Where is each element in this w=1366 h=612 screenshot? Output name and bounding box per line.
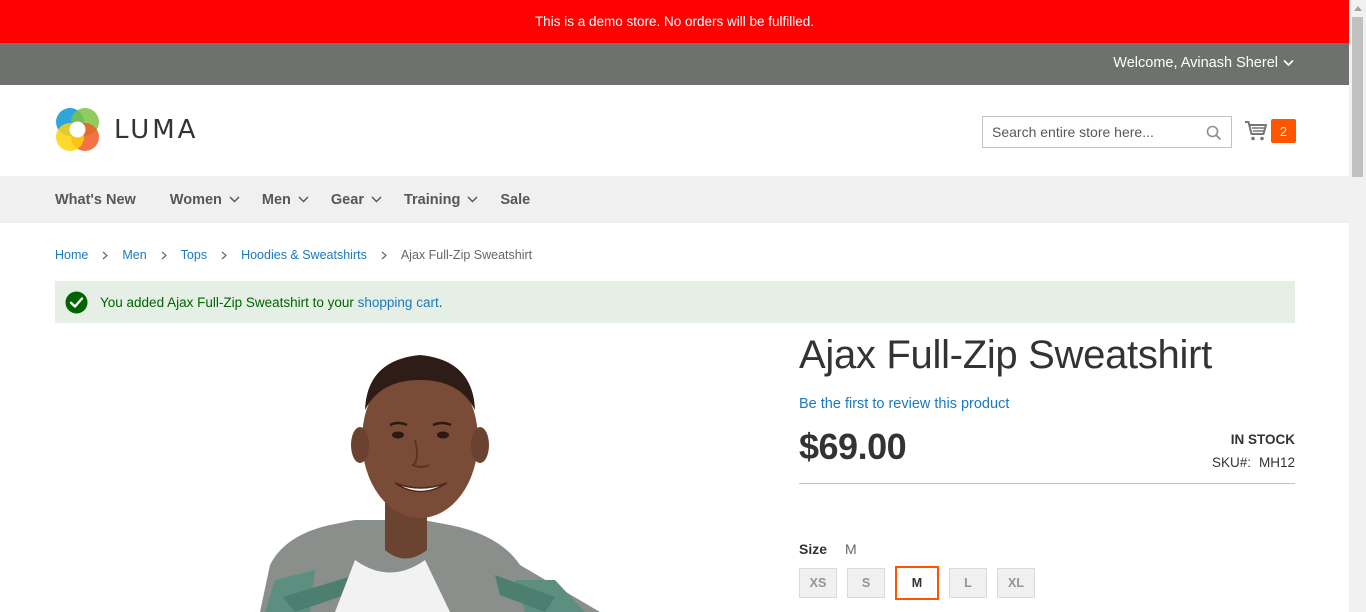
cart-icon bbox=[1245, 121, 1267, 141]
product-photo bbox=[260, 355, 600, 612]
logo-text: LUMA bbox=[114, 114, 199, 145]
breadcrumb: Home Men Tops Hoodies & Sweatshirts Ajax… bbox=[55, 248, 532, 262]
stock-status: IN STOCK bbox=[1230, 432, 1295, 447]
demo-notice-text: This is a demo store. No orders will be … bbox=[534, 14, 815, 29]
size-label: Size bbox=[799, 541, 828, 557]
size-swatch-xl[interactable]: XL bbox=[997, 568, 1035, 598]
breadcrumb-tops[interactable]: Tops bbox=[181, 248, 207, 262]
size-swatches: XS S M L XL bbox=[799, 566, 1035, 600]
scrollbar-thumb[interactable] bbox=[1352, 17, 1363, 177]
breadcrumb-hoodies[interactable]: Hoodies & Sweatshirts bbox=[241, 248, 367, 262]
size-swatch-l[interactable]: L bbox=[949, 568, 987, 598]
minicart-button[interactable]: 2 bbox=[1244, 119, 1296, 143]
success-message: You added Ajax Full-Zip Sweatshirt to yo… bbox=[55, 281, 1295, 323]
chevron-right-icon bbox=[381, 251, 387, 260]
nav-item-training[interactable]: Training bbox=[404, 192, 478, 208]
chevron-right-icon bbox=[221, 251, 227, 260]
size-swatch-xs[interactable]: XS bbox=[799, 568, 837, 598]
search-input[interactable] bbox=[983, 117, 1231, 147]
chevron-down-icon bbox=[229, 196, 240, 203]
nav-item-label: Gear bbox=[330, 191, 364, 208]
message-suffix: . bbox=[438, 294, 443, 310]
chevron-down-icon bbox=[298, 196, 309, 203]
product-title: Ajax Full-Zip Sweatshirt bbox=[799, 333, 1212, 377]
message-text: You added Ajax Full-Zip Sweatshirt to yo… bbox=[100, 294, 358, 310]
welcome-text: Welcome, Avinash Sherel bbox=[1113, 55, 1278, 71]
nav-item-gear[interactable]: Gear bbox=[331, 192, 382, 208]
breadcrumb-home[interactable]: Home bbox=[55, 248, 88, 262]
chevron-right-icon bbox=[102, 251, 109, 260]
cart-count-badge: 2 bbox=[1271, 119, 1296, 143]
main-navigation: What's New Women Men Gear Training Sale bbox=[0, 176, 1349, 223]
store-logo[interactable]: LUMA bbox=[55, 107, 198, 152]
nav-item-label: What's New bbox=[55, 191, 136, 208]
nav-item-label: Training bbox=[403, 191, 461, 208]
nav-item-whats-new[interactable]: What's New bbox=[55, 192, 136, 208]
size-selected-value: M bbox=[845, 541, 857, 557]
nav-item-sale[interactable]: Sale bbox=[500, 192, 530, 208]
size-attribute: Size M bbox=[799, 541, 857, 557]
product-sku: SKU#: MH12 bbox=[1212, 455, 1295, 470]
chevron-down-icon bbox=[371, 196, 382, 203]
search-box bbox=[982, 116, 1232, 148]
luma-logo-icon bbox=[56, 108, 99, 151]
demo-store-notice: This is a demo store. No orders will be … bbox=[0, 0, 1349, 43]
breadcrumb-current: Ajax Full-Zip Sweatshirt bbox=[400, 248, 533, 262]
add-review-link[interactable]: Be the first to review this product bbox=[799, 396, 1009, 412]
nav-item-label: Women bbox=[169, 191, 222, 208]
chevron-down-icon bbox=[1283, 59, 1294, 67]
chevron-right-icon bbox=[161, 251, 167, 260]
nav-item-label: Sale bbox=[500, 191, 531, 208]
checkmark-circle-icon bbox=[65, 291, 88, 313]
page-scrollbar[interactable] bbox=[1349, 0, 1366, 612]
nav-item-men[interactable]: Men bbox=[262, 192, 309, 208]
size-swatch-m[interactable]: M bbox=[895, 566, 939, 600]
size-swatch-s[interactable]: S bbox=[847, 568, 885, 598]
nav-item-label: Men bbox=[261, 191, 291, 208]
product-info: Ajax Full-Zip Sweatshirt Be the first to… bbox=[799, 330, 1295, 600]
product-image[interactable] bbox=[55, 335, 785, 612]
search-icon[interactable] bbox=[1206, 125, 1222, 141]
page-header: LUMA 2 bbox=[0, 85, 1349, 176]
nav-item-women[interactable]: Women bbox=[170, 192, 240, 208]
divider bbox=[799, 483, 1295, 484]
shopping-cart-link[interactable]: shopping cart bbox=[358, 295, 439, 310]
sku-label: SKU#: bbox=[1211, 455, 1251, 470]
breadcrumb-men[interactable]: Men bbox=[122, 248, 146, 262]
product-price: $69.00 bbox=[799, 426, 907, 467]
customer-menu-toggle[interactable]: Welcome, Avinash Sherel bbox=[1113, 55, 1294, 71]
scroll-up-arrow-icon[interactable] bbox=[1349, 0, 1366, 17]
header-panel: Welcome, Avinash Sherel bbox=[0, 43, 1349, 85]
sku-value: MH12 bbox=[1258, 455, 1295, 470]
chevron-down-icon bbox=[467, 196, 478, 203]
